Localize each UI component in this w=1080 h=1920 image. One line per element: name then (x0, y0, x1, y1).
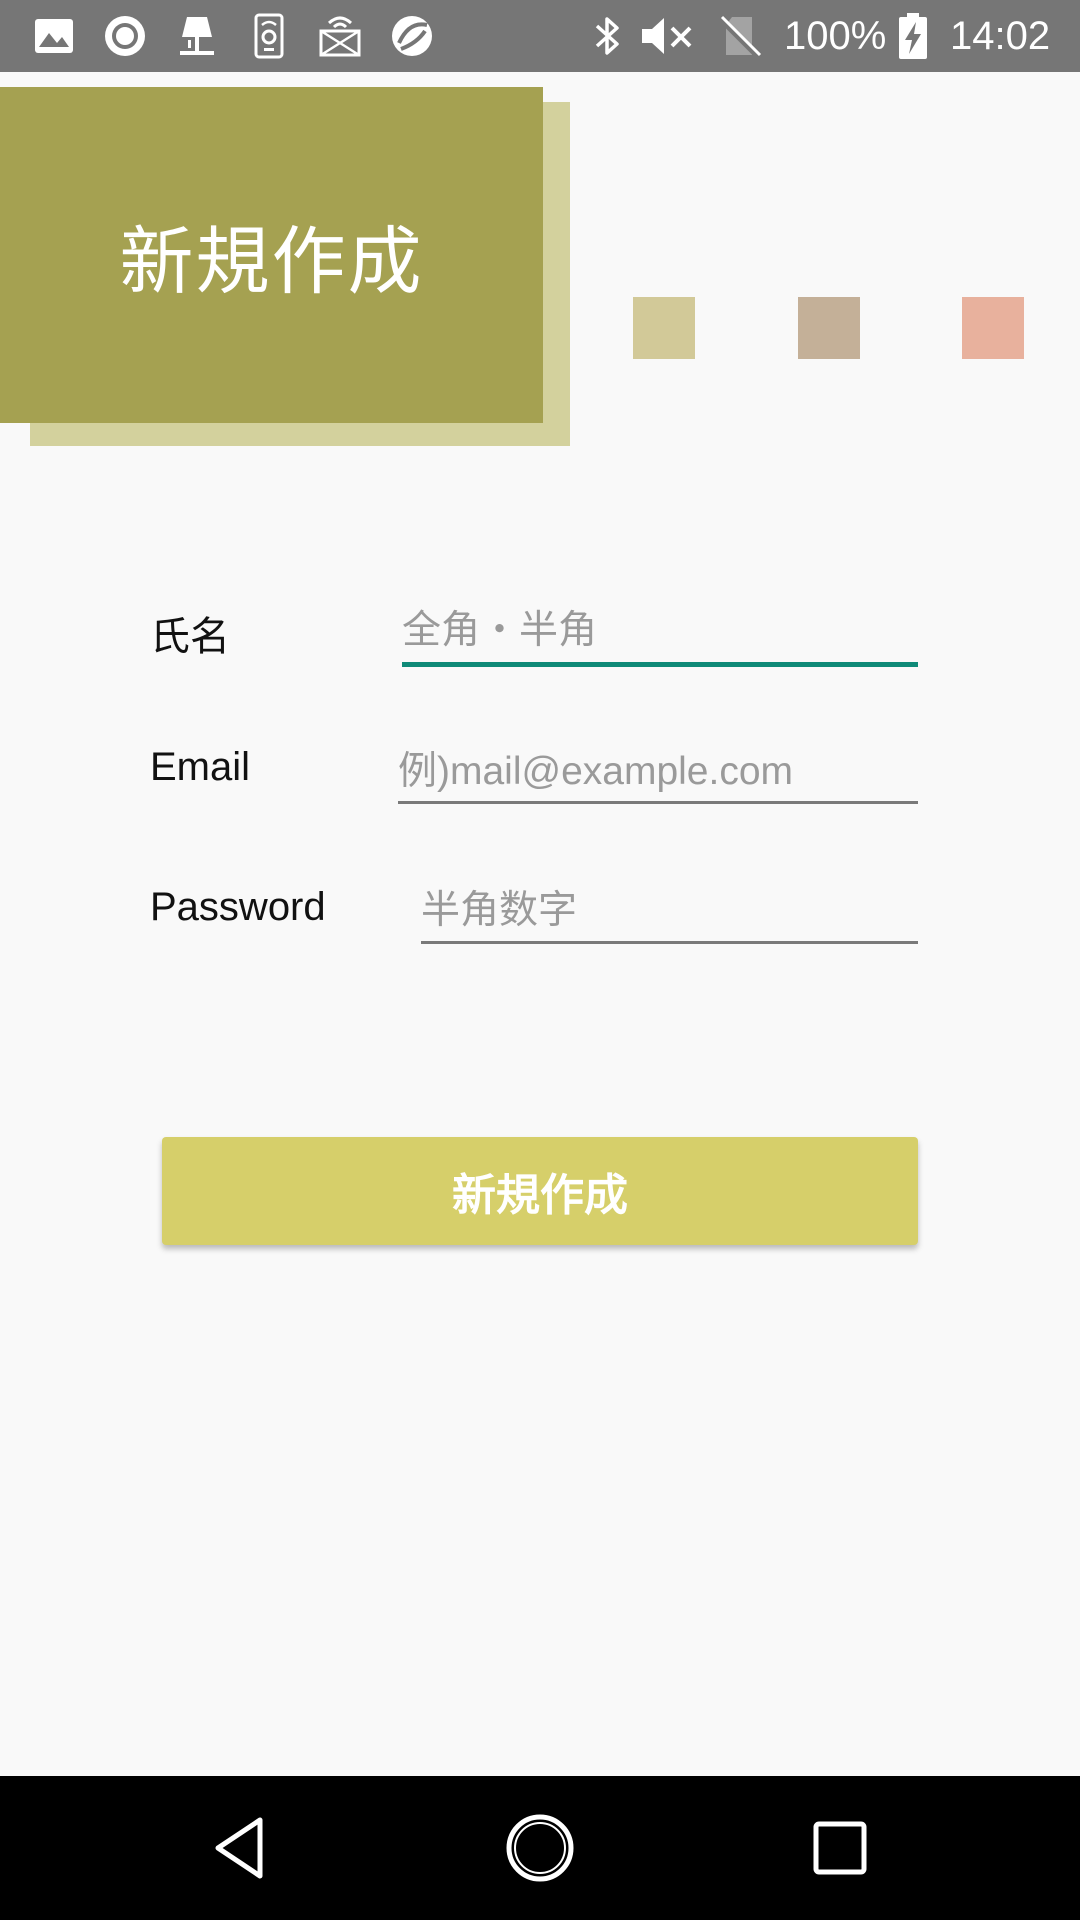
password-underline (421, 941, 918, 944)
screen: 100% 14:02 新規作成 氏名 Email Password 新規作成 (0, 0, 1080, 1920)
password-input[interactable] (421, 885, 918, 937)
color-swatch-1 (633, 297, 695, 359)
password-label: Password (150, 885, 326, 929)
create-account-button[interactable]: 新規作成 (162, 1137, 918, 1245)
clock: 14:02 (950, 14, 1051, 58)
sync-app-icon (392, 16, 432, 56)
email-input[interactable] (398, 746, 918, 798)
bluetooth-icon (595, 17, 619, 55)
status-bar: 100% 14:02 (0, 0, 1080, 72)
image-icon (35, 19, 73, 53)
name-label: 氏名 (150, 615, 230, 659)
battery-percentage: 100% (784, 14, 887, 58)
phone-settings-icon (254, 13, 284, 59)
page-title: 新規作成 (119, 218, 424, 305)
battery-charging-icon (899, 13, 927, 59)
email-label: Email (150, 745, 251, 789)
color-swatch-2 (798, 297, 860, 359)
recents-icon[interactable] (798, 1806, 882, 1890)
email-underline (398, 801, 918, 804)
create-account-button-label: 新規作成 (452, 1170, 628, 1221)
back-icon[interactable] (198, 1806, 282, 1890)
no-sim-icon (718, 15, 762, 59)
color-swatch-3 (962, 297, 1024, 359)
name-underline (402, 662, 918, 667)
navigation-bar (0, 1776, 1080, 1920)
name-input[interactable] (402, 605, 917, 657)
lamp-icon (180, 17, 214, 55)
home-icon[interactable] (498, 1806, 582, 1890)
wifi-router-icon (319, 16, 361, 57)
mute-icon (642, 18, 692, 54)
record-icon (105, 16, 145, 56)
